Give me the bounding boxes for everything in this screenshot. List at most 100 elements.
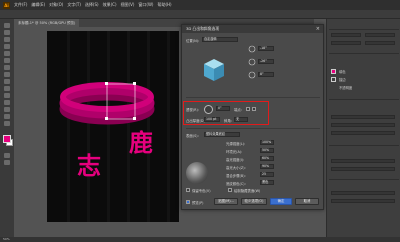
- panel-field[interactable]: [331, 191, 395, 195]
- line-tool-icon[interactable]: [4, 58, 10, 63]
- rotate-tool-icon[interactable]: [4, 93, 10, 98]
- position-label: 位置(N):: [186, 39, 200, 43]
- type-tool-icon[interactable]: [4, 51, 10, 56]
- dialog-title: 3D 凸出和斜角选项: [182, 25, 323, 33]
- map-art-button[interactable]: 贴图(M)...: [214, 198, 238, 205]
- artwork-char-lu[interactable]: 鹿: [129, 123, 153, 158]
- panel-field[interactable]: [331, 115, 395, 119]
- document-tab[interactable]: 未标题-1* @ 50% (RGB/GPU 预览): [14, 19, 80, 27]
- preview-checkbox[interactable]: [186, 200, 190, 204]
- menu-effect[interactable]: 效果(C): [103, 2, 117, 8]
- panel-field[interactable]: [331, 199, 395, 203]
- preserve-spot-label: 保留专色(V): [192, 189, 211, 193]
- ambient-field[interactable]: 50%: [260, 148, 274, 153]
- divider: [186, 97, 320, 98]
- rotate-y-field[interactable]: -26°: [258, 59, 274, 64]
- ok-button[interactable]: 确定: [270, 198, 292, 205]
- divider: [329, 53, 399, 54]
- menu-object[interactable]: 对象(O): [49, 2, 63, 8]
- highlight-size-field[interactable]: 90%: [260, 164, 274, 169]
- zoom-level[interactable]: 50%: [3, 237, 10, 241]
- highlight-size-label: 高光大小(Z):: [226, 166, 246, 170]
- panel-field[interactable]: [331, 33, 361, 37]
- divider: [186, 128, 320, 129]
- blend-steps-field[interactable]: 25: [260, 172, 274, 177]
- rotate-z-icon: [248, 71, 256, 79]
- control-bar: [0, 10, 400, 19]
- fill-color-icon[interactable]: [331, 69, 336, 74]
- menu-select[interactable]: 选择(S): [85, 2, 99, 8]
- light-intensity-label: 光源强度(L):: [226, 142, 246, 146]
- draw-hidden-checkbox[interactable]: [228, 188, 232, 192]
- brush-tool-icon[interactable]: [4, 72, 10, 77]
- direct-selection-tool-icon[interactable]: [4, 30, 10, 35]
- position-select[interactable]: 自定旋转: [202, 37, 238, 42]
- rotate-y-icon: [248, 58, 256, 66]
- shading-color-select[interactable]: 黑色: [260, 180, 274, 185]
- magic-wand-tool-icon[interactable]: [4, 37, 10, 42]
- preserve-spot-checkbox[interactable]: [186, 188, 190, 192]
- tools-panel: [0, 19, 14, 237]
- preview-label: 预览(P): [192, 201, 204, 205]
- panel-field[interactable]: [331, 159, 395, 163]
- fill-label: 填色: [339, 70, 346, 74]
- light-intensity-field[interactable]: 100%: [260, 140, 274, 145]
- status-bar: 50%: [0, 237, 400, 242]
- shape-builder-tool-icon[interactable]: [4, 114, 10, 119]
- artwork-char-zhi[interactable]: 志: [77, 146, 101, 181]
- menu-window[interactable]: 窗口(W): [138, 2, 153, 8]
- rotate-x-field[interactable]: -18°: [258, 46, 274, 51]
- lighting-sphere[interactable]: [186, 162, 208, 184]
- annotation-highlight-box: [183, 101, 269, 125]
- panel-field[interactable]: [331, 167, 395, 171]
- gradient-tool-icon[interactable]: [4, 121, 10, 126]
- shading-color-label: 底纹颜色(C):: [226, 182, 246, 186]
- properties-panel: 填色 描边 不透明度: [326, 19, 400, 237]
- opacity-label: 不透明度: [339, 86, 353, 90]
- menu-type[interactable]: 文字(T): [67, 2, 81, 8]
- scale-tool-icon[interactable]: [4, 100, 10, 105]
- eraser-tool-icon[interactable]: [4, 86, 10, 91]
- divider: [329, 99, 399, 100]
- rotation-cube[interactable]: [200, 55, 228, 83]
- hand-tool-icon[interactable]: [4, 153, 10, 158]
- background-stripe: [167, 31, 170, 222]
- menu-file[interactable]: 文件(F): [14, 2, 27, 8]
- menu-view[interactable]: 视图(V): [121, 2, 135, 8]
- surface-select[interactable]: 塑料效果底纹: [204, 132, 240, 137]
- close-icon[interactable]: ×: [316, 25, 320, 33]
- zoom-tool-icon[interactable]: [4, 160, 10, 165]
- pen-tool-icon[interactable]: [4, 44, 10, 49]
- blend-steps-label: 混合步骤(B):: [226, 174, 246, 178]
- panel-field[interactable]: [331, 41, 361, 45]
- panel-field[interactable]: [365, 41, 395, 45]
- panel-field[interactable]: [331, 123, 395, 127]
- selection-tool-icon[interactable]: [4, 23, 10, 28]
- panel-field[interactable]: [331, 131, 395, 135]
- pencil-tool-icon[interactable]: [4, 79, 10, 84]
- stroke-color-icon[interactable]: [331, 77, 336, 82]
- rectangle-tool-icon[interactable]: [4, 65, 10, 70]
- menu-edit[interactable]: 编辑(E): [31, 2, 45, 8]
- highlight-intensity-field[interactable]: 60%: [260, 156, 274, 161]
- menu-bar: Ai 文件(F) 编辑(E) 对象(O) 文字(T) 选择(S) 效果(C) 视…: [0, 0, 400, 10]
- divider: [329, 145, 399, 146]
- cancel-button[interactable]: 取消: [295, 198, 319, 205]
- width-tool-icon[interactable]: [4, 107, 10, 112]
- divider: [329, 29, 399, 30]
- fewer-options-button[interactable]: 较少选项(O): [241, 198, 267, 205]
- rotate-z-field[interactable]: 8°: [258, 72, 274, 77]
- rotate-x-icon: [248, 45, 256, 53]
- surface-label: 表面(S):: [186, 134, 199, 138]
- app-logo: Ai: [3, 1, 10, 9]
- stroke-label: 描边: [339, 78, 346, 82]
- ambient-label: 环境光(A):: [226, 150, 243, 154]
- draw-hidden-label: 绘制隐藏表面(W): [234, 189, 261, 193]
- 3d-ring-artwork[interactable]: [57, 79, 162, 129]
- highlight-intensity-label: 高光强度(I):: [226, 158, 245, 162]
- panel-field[interactable]: [365, 33, 395, 37]
- artboard[interactable]: 鹿 志: [47, 31, 179, 222]
- fill-swatch[interactable]: [3, 135, 11, 143]
- divider: [329, 179, 399, 180]
- menu-help[interactable]: 帮助(H): [157, 2, 171, 8]
